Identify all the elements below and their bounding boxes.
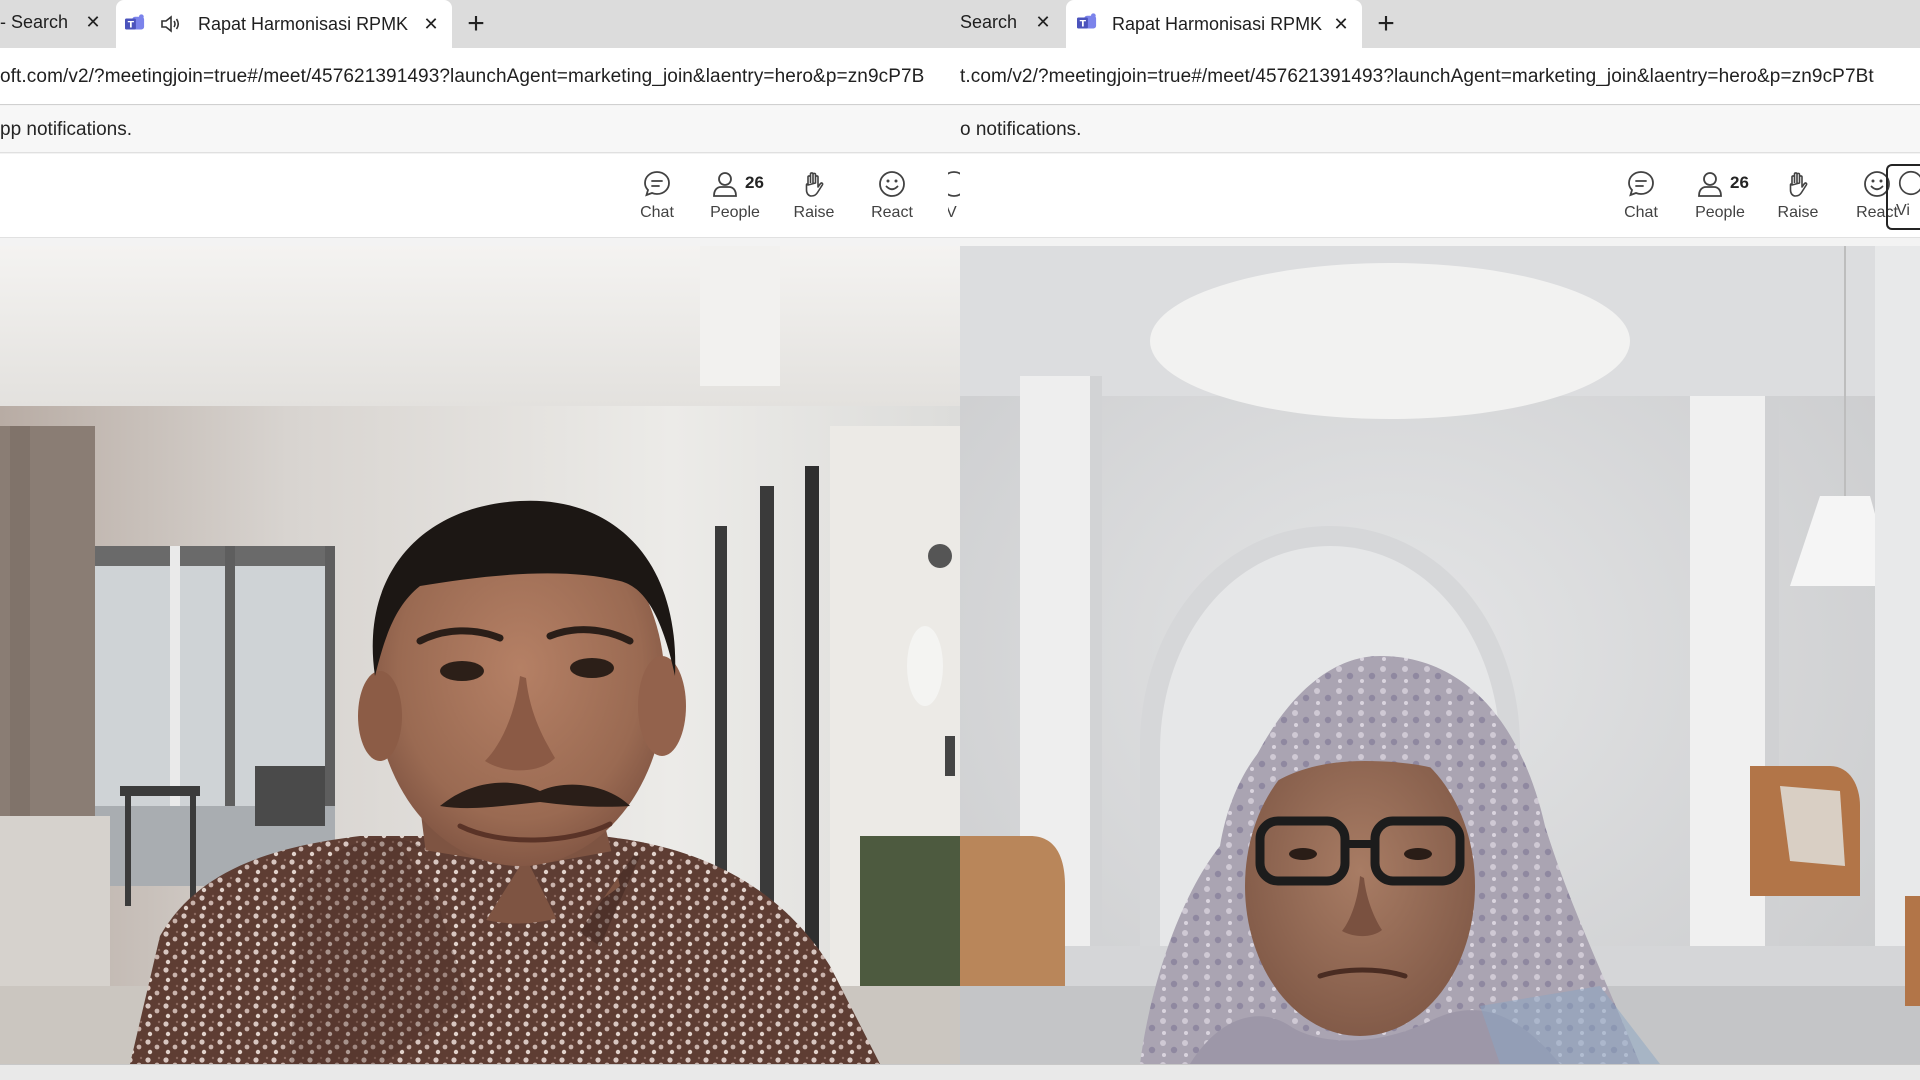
raise-label: Raise — [793, 204, 835, 221]
tab-search[interactable]: - Search ✕ — [0, 0, 112, 44]
screen: - Search ✕ T Rapat Harmonisasi RPMK Ma ✕ — [0, 0, 1920, 1080]
bottom-edge — [0, 1064, 1920, 1080]
tab-label: - Search — [0, 11, 69, 32]
tab-meeting[interactable]: T Rapat Harmonisasi RPMK Manaje ✕ — [1066, 0, 1362, 48]
people-label: People — [710, 204, 760, 221]
view-icon — [948, 171, 960, 197]
view-label: Vi — [1896, 202, 1910, 219]
notification-bar: pp notifications. — [0, 106, 960, 153]
svg-text:T: T — [128, 21, 135, 31]
url-text: t.com/v2/?meetingjoin=true#/meet/4576213… — [960, 66, 1874, 87]
view-icon — [1898, 170, 1920, 196]
close-icon[interactable]: ✕ — [1032, 11, 1054, 33]
new-tab-button[interactable]: + — [1370, 7, 1402, 40]
people-button[interactable]: 26 People — [699, 168, 771, 230]
tab-search[interactable]: Search ✕ — [960, 0, 1066, 44]
raise-hand-button[interactable]: Raise — [1762, 168, 1834, 230]
view-button[interactable]: V — [948, 168, 960, 230]
right-browser-window: Search ✕ T Rapat Harmonisasi RPMK Manaje… — [960, 0, 1920, 1080]
notification-text: o notifications. — [960, 119, 1082, 140]
teams-logo-icon: T — [125, 14, 145, 31]
participant-video-left[interactable] — [0, 246, 960, 1064]
close-icon[interactable]: ✕ — [82, 11, 104, 33]
tab-strip: Search ✕ T Rapat Harmonisasi RPMK Manaje… — [960, 0, 1920, 48]
chat-button[interactable]: Chat — [621, 168, 693, 230]
teams-logo-icon: T — [1077, 13, 1097, 30]
people-button[interactable]: 26 People — [1684, 168, 1756, 230]
address-bar[interactable]: t.com/v2/?meetingjoin=true#/meet/4576213… — [960, 48, 1920, 105]
speaker-icon[interactable] — [158, 12, 182, 36]
view-label: V — [948, 204, 957, 221]
people-count: 26 — [745, 173, 764, 192]
tab-label: Rapat Harmonisasi RPMK Manaje — [1112, 13, 1322, 34]
svg-text:T: T — [1080, 20, 1087, 30]
participant-video-right[interactable] — [960, 246, 1920, 1064]
video-frame — [0, 246, 960, 1064]
chat-label: Chat — [640, 204, 674, 221]
close-icon[interactable]: ✕ — [1330, 13, 1352, 35]
tab-meeting[interactable]: T Rapat Harmonisasi RPMK Ma ✕ — [116, 0, 452, 48]
tab-strip: - Search ✕ T Rapat Harmonisasi RPMK Ma ✕ — [0, 0, 960, 48]
hand-icon — [805, 172, 824, 197]
tab-label: Rapat Harmonisasi RPMK Ma — [198, 13, 413, 34]
notification-bar: o notifications. — [960, 106, 1920, 153]
left-browser-window: - Search ✕ T Rapat Harmonisasi RPMK Ma ✕ — [0, 0, 960, 1080]
new-tab-button[interactable]: + — [460, 7, 492, 40]
notification-text: pp notifications. — [0, 119, 133, 140]
meeting-toolbar: Chat 26 People Raise — [0, 154, 960, 238]
tab-label: Search — [960, 11, 1018, 32]
people-label: People — [1695, 204, 1745, 221]
view-button[interactable]: Vi — [1886, 164, 1920, 230]
react-label: React — [871, 204, 913, 221]
people-count: 26 — [1730, 173, 1749, 192]
chat-icon — [644, 171, 670, 197]
address-bar[interactable]: oft.com/v2/?meetingjoin=true#/meet/45762… — [0, 48, 960, 105]
react-button[interactable]: React — [856, 168, 928, 230]
raise-hand-button[interactable]: Raise — [778, 168, 850, 230]
meeting-toolbar: Chat 26 People Raise — [960, 154, 1920, 238]
people-icon — [713, 172, 737, 197]
video-frame — [960, 246, 1920, 1064]
close-icon[interactable]: ✕ — [420, 13, 442, 35]
people-icon — [1698, 172, 1722, 197]
raise-label: Raise — [1777, 204, 1819, 221]
chat-icon — [1628, 171, 1654, 197]
hand-icon — [1789, 172, 1808, 197]
chat-button[interactable]: Chat — [1605, 168, 1677, 230]
smiley-icon — [879, 171, 905, 197]
url-text: oft.com/v2/?meetingjoin=true#/meet/45762… — [0, 66, 925, 87]
chat-label: Chat — [1624, 204, 1658, 221]
